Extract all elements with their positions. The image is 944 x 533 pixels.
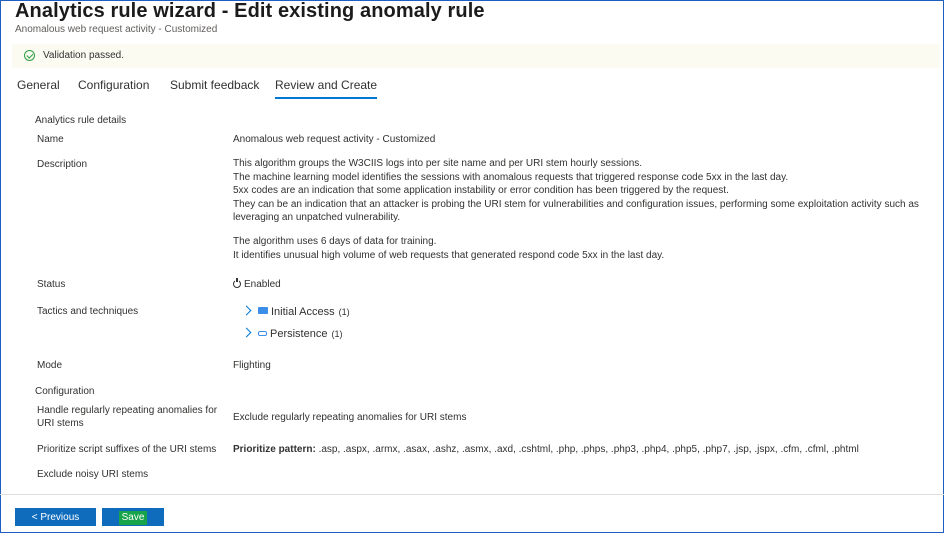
status-value: Enabled bbox=[233, 278, 281, 292]
tab-general[interactable]: General bbox=[17, 78, 60, 92]
exclude-noisy-label: Exclude noisy URI stems bbox=[37, 469, 149, 480]
tactic-name: Persistence bbox=[270, 328, 328, 340]
prioritize-value: Prioritize pattern: .asp, .aspx, .armx, … bbox=[233, 443, 859, 457]
status-label: Status bbox=[37, 279, 66, 290]
tactics-label: Tactics and techniques bbox=[37, 306, 139, 317]
description-value: This algorithm groups the W3CIIS logs in… bbox=[233, 157, 919, 262]
prioritize-pattern: .asp, .aspx, .armx, .asax, .ashz, .asmx,… bbox=[315, 444, 859, 455]
persistence-icon bbox=[258, 331, 267, 336]
description-line: leveraging an unpatched vulnerability. bbox=[233, 212, 401, 224]
tactic-initial-access[interactable]: Initial Access (1) bbox=[241, 305, 350, 318]
tactic-name: Initial Access bbox=[271, 306, 335, 318]
chevron-right-icon[interactable] bbox=[241, 305, 252, 316]
page-subtitle: Anomalous web request activity - Customi… bbox=[15, 24, 218, 35]
tactic-count: (1) bbox=[338, 307, 350, 317]
name-value: Anomalous web request activity - Customi… bbox=[233, 134, 436, 145]
description-line: They can be an indication that an attack… bbox=[233, 198, 919, 210]
initial-access-icon bbox=[258, 307, 268, 314]
tab-submit-feedback[interactable]: Submit feedback bbox=[170, 78, 259, 92]
prioritize-label: Prioritize script suffixes of the URI st… bbox=[37, 444, 217, 455]
section-title-configuration: Configuration bbox=[35, 386, 95, 397]
save-button[interactable]: Save bbox=[102, 508, 164, 526]
mode-label: Mode bbox=[37, 360, 63, 371]
tactic-count: (1) bbox=[331, 329, 343, 339]
description-label: Description bbox=[37, 159, 88, 170]
check-circle-icon bbox=[24, 50, 35, 61]
more-options-button[interactable]: ··· bbox=[451, 1, 467, 16]
description-line: 5xx codes are an indication that some ap… bbox=[233, 185, 729, 197]
prioritize-key: Prioritize pattern: bbox=[233, 444, 316, 455]
tab-review-and-create[interactable]: Review and Create bbox=[275, 78, 378, 99]
description-line: The algorithm uses 6 days of data for tr… bbox=[233, 235, 437, 247]
mode-value: Flighting bbox=[233, 360, 271, 371]
handle-repeating-label: Handle regularly repeating anomalies for… bbox=[37, 405, 218, 429]
save-button-label: Save bbox=[118, 511, 148, 525]
tab-configuration[interactable]: Configuration bbox=[78, 78, 149, 92]
description-line: It identifies unusual high volume of web… bbox=[233, 249, 665, 261]
description-line: This algorithm groups the W3CIIS logs in… bbox=[233, 158, 643, 169]
tactic-persistence[interactable]: Persistence (1) bbox=[241, 327, 343, 340]
status-text: Enabled bbox=[244, 279, 281, 290]
validation-message: Validation passed. bbox=[43, 50, 124, 61]
power-icon bbox=[233, 278, 241, 288]
section-title-details: Analytics rule details bbox=[35, 115, 127, 126]
description-line: The machine learning model identifies th… bbox=[233, 171, 789, 183]
validation-banner: Validation passed. bbox=[12, 44, 940, 68]
chevron-right-icon[interactable] bbox=[241, 327, 252, 338]
handle-repeating-value: Exclude regularly repeating anomalies fo… bbox=[233, 412, 467, 423]
page-title: Analytics rule wizard - Edit existing an… bbox=[15, 0, 485, 22]
footer-divider bbox=[0, 494, 944, 495]
name-label: Name bbox=[37, 134, 64, 145]
previous-button[interactable]: < Previous bbox=[15, 508, 96, 526]
